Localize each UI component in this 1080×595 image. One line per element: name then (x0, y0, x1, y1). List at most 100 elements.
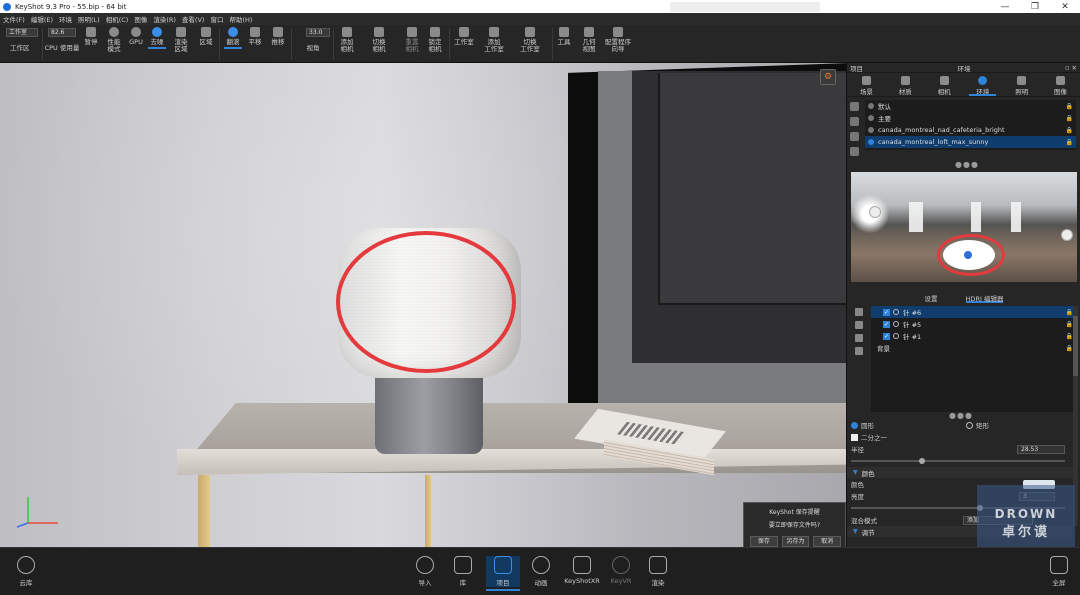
lock-icon[interactable]: 🔒 (1066, 115, 1073, 122)
menu-file[interactable]: 文件(F) (0, 14, 28, 24)
dolly-button[interactable]: 推移 (270, 27, 286, 46)
gpu-button[interactable]: GPU (128, 27, 144, 46)
render-label: 渲染 (651, 579, 665, 587)
close-button[interactable]: ✕ (1050, 2, 1080, 12)
list-item[interactable]: 默认 🔒 (865, 100, 1076, 112)
menu-render[interactable]: 渲染(R) (150, 14, 179, 24)
tab-hdri-editor[interactable]: HDRI 编辑器 (965, 293, 1004, 303)
half-checkbox[interactable] (851, 433, 858, 441)
pause-button[interactable]: 暂停 (84, 27, 98, 46)
tab-lighting[interactable]: 照明 (1002, 73, 1041, 96)
radius-input[interactable]: 28.53 (1017, 444, 1065, 454)
move-down-icon[interactable] (855, 321, 863, 329)
list-item[interactable]: ✓ 针 #6 🔒 (871, 306, 1076, 318)
denoise-button[interactable]: 去噪 (148, 27, 166, 49)
switch-studio-button[interactable]: 切换 工作室 (518, 27, 542, 53)
configurator-wizard-button[interactable]: 配置程序 向导 (603, 27, 633, 53)
list-item[interactable]: 背景 🔒 (871, 342, 1076, 354)
pin-light-handle[interactable] (869, 206, 881, 218)
lock-icon[interactable]: 🔒 (1066, 309, 1073, 316)
lock-icon[interactable]: 🔒 (1066, 321, 1073, 328)
save-button[interactable]: 保存 (750, 536, 778, 547)
tab-material[interactable]: 材质 (886, 73, 925, 96)
splitter-handle[interactable]: ●●● (955, 160, 979, 169)
add-environment-icon[interactable] (850, 117, 859, 126)
list-item[interactable]: ✓ 针 #1 🔒 (871, 330, 1076, 342)
render-button[interactable]: 渲染 (645, 556, 671, 587)
menu-help[interactable]: 帮助(H) (226, 14, 255, 24)
list-item[interactable]: canada_montreal_nad_cafeteria_bright 🔒 (865, 124, 1076, 136)
tab-image[interactable]: 图像 (1041, 73, 1080, 96)
menu-environment[interactable]: 环境 (56, 14, 75, 24)
move-up-icon[interactable] (855, 308, 863, 316)
keyshotxr-button[interactable]: KeyShotXR (564, 556, 600, 585)
menu-camera[interactable]: 相机(C) (103, 14, 132, 24)
camera-lock-icon[interactable]: ⚙ (820, 69, 836, 85)
radio-circle[interactable] (851, 421, 858, 429)
field-of-view-field[interactable]: 33.0 (306, 28, 330, 37)
import-button[interactable]: 导入 (412, 556, 438, 587)
checkbox[interactable]: ✓ (883, 332, 890, 340)
hdri-preview[interactable] (851, 172, 1077, 282)
add-camera-button[interactable]: 添加 相机 (338, 27, 356, 53)
maximize-button[interactable]: ❐ (1020, 2, 1050, 12)
list-item[interactable]: ✓ 针 #5 🔒 (871, 318, 1076, 330)
lock-camera-button[interactable]: 锁定 相机 (426, 27, 444, 53)
checkbox[interactable]: ✓ (883, 308, 890, 316)
menu-image[interactable]: 图像 (131, 14, 150, 24)
fullscreen-button[interactable]: 全屏 (1046, 556, 1072, 587)
radio-rectangle[interactable] (966, 421, 973, 429)
lock-icon[interactable]: 🔒 (1066, 345, 1073, 352)
list-item[interactable]: 主要 🔒 (865, 112, 1076, 124)
tab-camera[interactable]: 相机 (925, 73, 964, 96)
tools-button[interactable]: 工具 (557, 27, 571, 46)
animation-button[interactable]: 动画 (528, 556, 554, 587)
render-viewport[interactable]: ⚙ KeyShot 保存提醒 要立即保存文件吗? 保存 另存为 取消 (0, 63, 846, 547)
geometry-view-button[interactable]: 几何 视图 (580, 27, 598, 53)
geometry-view-icon (584, 27, 594, 37)
tab-settings[interactable]: 设置 (925, 293, 938, 303)
library-button[interactable]: 库 (450, 556, 476, 587)
workspace-select[interactable]: 工作室 (6, 28, 38, 37)
panel-window-icons[interactable]: ▫ ✕ (1065, 64, 1077, 72)
radius-slider[interactable] (851, 458, 1065, 464)
menu-view[interactable]: 查看(V) (179, 14, 208, 24)
color-section-header[interactable]: ▼ 颜色 (847, 467, 1073, 478)
menu-window[interactable]: 窗口 (207, 14, 226, 24)
menu-edit[interactable]: 编辑(E) (28, 14, 56, 24)
keyvr-button[interactable]: KeyVR (608, 556, 634, 585)
region-button[interactable]: 区域 (198, 27, 214, 46)
add-pin-icon[interactable] (855, 347, 863, 355)
checkbox[interactable]: ✓ (883, 320, 890, 328)
switch-camera-button[interactable]: 切换 相机 (370, 27, 388, 53)
render-area-button[interactable]: 渲染 区域 (170, 27, 192, 53)
list-item[interactable]: canada_montreal_loft_max_sunny 🔒 (865, 136, 1076, 148)
copy-icon[interactable] (850, 132, 859, 141)
duplicate-icon[interactable] (850, 102, 859, 111)
pin-light-handle[interactable] (1061, 229, 1073, 241)
minimize-button[interactable]: — (990, 2, 1020, 12)
reset-camera-button[interactable]: 重置 相机 (403, 27, 421, 53)
folder-icon[interactable] (855, 334, 863, 342)
save-as-button[interactable]: 另存为 (781, 536, 810, 547)
radius-slider-row (847, 455, 1073, 467)
cloud-library-button[interactable]: 云库 (12, 556, 40, 587)
cpu-usage-field[interactable]: 82.6 (48, 28, 76, 37)
menu-lighting[interactable]: 照明(L) (75, 14, 103, 24)
tumble-button[interactable]: 翻滚 (224, 27, 242, 49)
scrollbar-thumb[interactable] (1073, 316, 1078, 376)
lock-icon[interactable]: 🔒 (1066, 333, 1073, 340)
cancel-button[interactable]: 取消 (813, 536, 842, 547)
lock-icon[interactable]: 🔒 (1066, 127, 1073, 134)
delete-icon[interactable] (850, 147, 859, 156)
tab-scene[interactable]: 场景 (847, 73, 886, 96)
tab-environment[interactable]: 环境 (963, 73, 1002, 96)
project-button[interactable]: 项目 (486, 556, 520, 591)
add-studio-button[interactable]: 添加 工作室 (482, 27, 506, 53)
performance-mode-button[interactable]: 性能 模式 (104, 27, 124, 53)
pan-button[interactable]: 平移 (247, 27, 263, 46)
lock-icon[interactable]: 🔒 (1066, 139, 1073, 146)
slider-knob[interactable] (919, 458, 925, 464)
studio-button[interactable]: 工作室 (453, 27, 475, 46)
lock-icon[interactable]: 🔒 (1066, 103, 1073, 110)
